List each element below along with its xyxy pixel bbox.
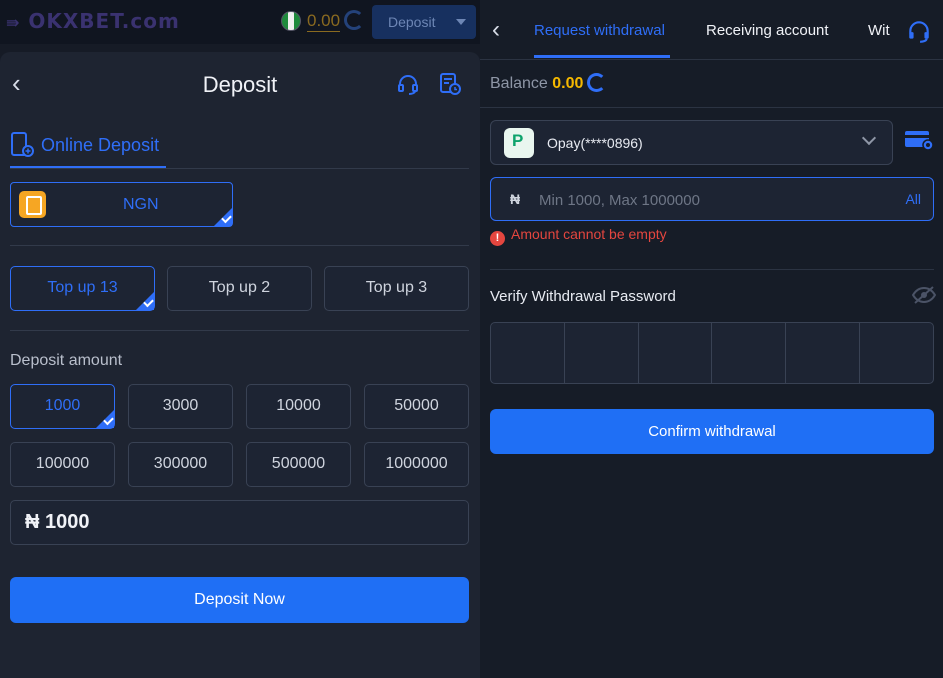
checkmark-icon bbox=[136, 292, 154, 310]
tab-request-withdrawal[interactable]: Request withdrawal bbox=[534, 22, 665, 39]
refresh-icon[interactable] bbox=[587, 73, 606, 92]
checkmark-icon bbox=[96, 410, 114, 428]
password-digit[interactable] bbox=[565, 323, 639, 383]
account-select[interactable]: Opay(****0896) bbox=[490, 120, 893, 165]
divider bbox=[10, 330, 469, 331]
eye-hidden-icon[interactable] bbox=[912, 285, 936, 305]
top-bar: ⇛ OKXBET.com 0.00 Deposit bbox=[0, 0, 480, 44]
password-digit[interactable] bbox=[712, 323, 787, 383]
deposit-amount-input[interactable]: ₦ 1000 bbox=[10, 500, 469, 545]
amount-value: ₦ 1000 bbox=[25, 511, 90, 533]
topup-option-13[interactable]: Top up 13 bbox=[10, 266, 155, 311]
online-deposit-label: Online Deposit bbox=[41, 135, 160, 155]
currency-option-ngn[interactable]: NGN bbox=[10, 182, 233, 227]
top-balance: 0.00 bbox=[307, 11, 341, 32]
password-digit[interactable] bbox=[786, 323, 861, 383]
amount-option[interactable]: 300000 bbox=[128, 442, 233, 487]
deposit-screen: ⇛ OKXBET.com 0.00 Deposit ‹ Deposit Onli… bbox=[0, 0, 480, 678]
withdraw-amount-input[interactable]: ₦ Min 1000, Max 1000000 All bbox=[490, 177, 934, 221]
error-icon: ! bbox=[490, 231, 505, 246]
deposit-panel: ‹ Deposit Online Deposit NGN Top up 13 T… bbox=[0, 52, 480, 678]
tab-online-deposit[interactable]: Online Deposit bbox=[10, 132, 166, 168]
account-label: Opay(****0896) bbox=[547, 135, 643, 151]
amount-option[interactable]: 3000 bbox=[128, 384, 233, 429]
amount-option[interactable]: 1000 bbox=[10, 384, 115, 429]
balance-value: 0.00 bbox=[552, 75, 584, 92]
tab-withdrawal-record[interactable]: Wit bbox=[868, 22, 890, 39]
amount-option[interactable]: 100000 bbox=[10, 442, 115, 487]
history-icon[interactable] bbox=[438, 72, 462, 96]
phone-deposit-icon bbox=[11, 132, 34, 157]
divider bbox=[480, 107, 943, 108]
active-tab-indicator bbox=[534, 55, 670, 58]
withdraw-screen: ‹ Request withdrawal Receiving account W… bbox=[480, 0, 943, 678]
amount-option[interactable]: 50000 bbox=[364, 384, 469, 429]
amount-option[interactable]: 10000 bbox=[246, 384, 351, 429]
password-label: Verify Withdrawal Password bbox=[490, 288, 676, 305]
headset-icon[interactable] bbox=[906, 18, 932, 44]
topup-option-2[interactable]: Top up 2 bbox=[167, 266, 312, 311]
currency-label: NGN bbox=[123, 196, 159, 213]
flag-icon[interactable] bbox=[281, 11, 301, 31]
amount-option[interactable]: 500000 bbox=[246, 442, 351, 487]
deposit-amount-label: Deposit amount bbox=[10, 352, 123, 369]
password-input[interactable] bbox=[490, 322, 934, 384]
checkmark-icon bbox=[214, 208, 232, 226]
opay-logo bbox=[504, 128, 534, 158]
wallet-icon bbox=[19, 191, 46, 218]
chevron-down-icon bbox=[861, 130, 877, 146]
error-message: ! Amount cannot be empty bbox=[490, 226, 667, 246]
withdraw-tabs: ‹ Request withdrawal Receiving account W… bbox=[480, 0, 943, 60]
all-button[interactable]: All bbox=[905, 191, 921, 207]
currency-symbol: ₦ bbox=[510, 191, 521, 207]
topup-option-3[interactable]: Top up 3 bbox=[324, 266, 469, 311]
balance-row: Balance 0.00 bbox=[490, 75, 584, 92]
add-card-icon[interactable] bbox=[904, 128, 934, 152]
amount-option[interactable]: 1000000 bbox=[364, 442, 469, 487]
back-arrow-icon[interactable]: ‹ bbox=[492, 16, 500, 44]
deposit-now-button[interactable]: Deposit Now bbox=[10, 577, 469, 623]
refresh-icon[interactable] bbox=[344, 10, 364, 30]
divider bbox=[10, 168, 469, 169]
password-digit[interactable] bbox=[639, 323, 713, 383]
logo: ⇛ OKXBET.com bbox=[6, 9, 180, 33]
password-digit[interactable] bbox=[860, 323, 933, 383]
divider bbox=[10, 245, 469, 246]
deposit-dropdown[interactable]: Deposit bbox=[372, 5, 476, 39]
headset-icon[interactable] bbox=[396, 72, 420, 96]
confirm-withdrawal-button[interactable]: Confirm withdrawal bbox=[490, 409, 934, 454]
password-digit[interactable] bbox=[491, 323, 565, 383]
amount-placeholder: Min 1000, Max 1000000 bbox=[539, 192, 700, 209]
tab-receiving-account[interactable]: Receiving account bbox=[706, 22, 829, 39]
divider bbox=[490, 269, 934, 270]
